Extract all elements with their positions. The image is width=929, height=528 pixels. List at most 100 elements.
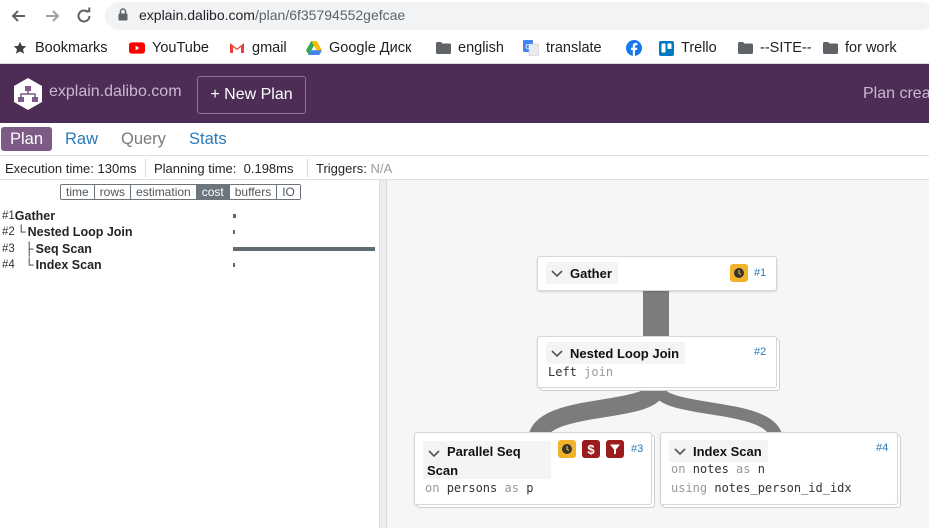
bookmark-site[interactable]: --SITE-- <box>737 39 812 57</box>
metric-time-button[interactable]: time <box>61 185 95 199</box>
node-header[interactable]: Gather <box>546 262 618 284</box>
stats-divider <box>307 159 308 177</box>
execution-time-label: Execution time: <box>5 161 94 176</box>
time-badge[interactable] <box>558 440 576 458</box>
join-keyword: join <box>584 365 614 379</box>
forward-button[interactable] <box>41 5 63 27</box>
node-title: Nested Loop Join <box>570 345 680 361</box>
execution-time: Execution time: 130ms <box>5 161 137 176</box>
relation-name: persons <box>446 481 498 495</box>
tab-query[interactable]: Query <box>112 127 175 151</box>
chevron-down-icon[interactable] <box>550 346 564 360</box>
cost-bar <box>233 230 235 234</box>
metric-cost-button[interactable]: cost <box>196 185 230 199</box>
tree-row[interactable]: #2 └ Nested Loop Join <box>2 224 133 240</box>
bookmark-gmail[interactable]: gmail <box>229 39 287 57</box>
back-button[interactable] <box>8 5 30 27</box>
reload-button[interactable] <box>73 5 95 27</box>
bookmark-label: YouTube <box>152 40 209 56</box>
tree-row[interactable]: #4 └ Index Scan <box>2 257 102 273</box>
dalibo-logo-icon[interactable] <box>12 77 44 111</box>
arrow-right-icon <box>46 10 60 22</box>
star-icon <box>12 40 28 56</box>
tree-node-name: Nested Loop Join <box>27 225 133 239</box>
cost-bar <box>233 214 236 218</box>
node-id[interactable]: #3 <box>631 443 643 455</box>
cost-badge[interactable]: $ <box>582 440 600 458</box>
bookmark-bookmarks[interactable]: Bookmarks <box>12 39 108 57</box>
relation-alias: p <box>526 481 534 495</box>
bookmark-translate[interactable]: G translate <box>523 39 602 57</box>
relation-alias: n <box>757 462 765 476</box>
bookmark-trello[interactable]: Trello <box>658 39 717 57</box>
trello-icon <box>658 40 674 56</box>
metric-rows-button[interactable]: rows <box>94 185 132 199</box>
plan-stats-bar: Execution time: 130ms Planning time: 0.1… <box>0 155 929 180</box>
planning-time-label: Planning time: <box>154 161 237 176</box>
plan-node-nested-loop[interactable]: Nested Loop Join #2 Left join <box>537 336 777 388</box>
new-plan-button[interactable]: + New Plan <box>197 76 306 114</box>
index-name: notes_person_id_idx <box>714 481 852 495</box>
bookmark-label: gmail <box>252 40 287 56</box>
metric-estimation-button[interactable]: estimation <box>131 185 197 199</box>
tree-node-number: #2 <box>2 226 15 238</box>
chevron-down-icon[interactable] <box>550 266 564 280</box>
bookmark-english[interactable]: english <box>435 39 504 57</box>
bookmark-youtube[interactable]: YouTube <box>129 39 209 57</box>
chevron-down-icon[interactable] <box>673 444 687 458</box>
bookmark-for-work[interactable]: for work <box>822 39 897 57</box>
plan-node-gather[interactable]: Gather #1 <box>537 256 777 291</box>
brand-name[interactable]: explain.dalibo.com <box>49 83 182 101</box>
node-id[interactable]: #4 <box>876 442 888 454</box>
on-keyword: on <box>671 462 686 476</box>
node-id[interactable]: #2 <box>754 346 766 358</box>
tree-row[interactable]: #3 ├ Seq Scan <box>2 241 92 257</box>
dollar-icon: $ <box>587 441 595 457</box>
node-header[interactable]: Parallel Seq Scan <box>423 441 551 479</box>
url-host: explain.dalibo.com <box>139 7 255 23</box>
metric-io-button[interactable]: IO <box>277 185 300 199</box>
bookmark-label: english <box>458 40 504 56</box>
tab-plan[interactable]: Plan <box>1 127 53 151</box>
as-keyword: as <box>504 481 519 495</box>
tab-raw[interactable]: Raw <box>56 127 107 151</box>
clock-icon <box>734 268 744 278</box>
plan-node-index-scan[interactable]: Index Scan #4 on notes as n using notes_… <box>660 432 898 505</box>
node-title: Parallel Seq <box>447 444 521 459</box>
tree-row[interactable]: #1 Gather <box>2 208 55 224</box>
metric-buffers-button[interactable]: buffers <box>229 185 278 199</box>
tab-stats[interactable]: Stats <box>180 127 236 151</box>
chevron-down-icon[interactable] <box>427 446 441 460</box>
node-id[interactable]: #1 <box>754 267 766 279</box>
lock-icon <box>118 8 128 21</box>
node-header[interactable]: Nested Loop Join <box>546 342 686 364</box>
google-drive-icon <box>306 40 322 56</box>
bookmark-label: --SITE-- <box>760 40 812 56</box>
node-detail: on persons as p <box>425 481 533 495</box>
tree-branch-prefix: └ <box>24 258 34 272</box>
bookmark-label: Trello <box>681 40 717 56</box>
tree-node-name: Seq Scan <box>35 242 92 256</box>
triggers-value: N/A <box>370 161 393 176</box>
execution-time-value: 130ms <box>97 161 137 176</box>
bookmark-facebook[interactable] <box>626 39 649 57</box>
filter-badge[interactable] <box>606 440 624 458</box>
plan-node-seq-scan[interactable]: Parallel Seq Scan $ #3 on persons as p <box>414 432 652 505</box>
bookmark-label: Bookmarks <box>35 40 108 56</box>
youtube-icon <box>129 40 145 56</box>
tree-node-number: #3 <box>2 243 15 255</box>
tree-branch-prefix: ├ <box>24 242 34 256</box>
node-detail: Left join <box>548 365 613 379</box>
plan-diagram-canvas[interactable]: Gather #1 Nested Loop Join #2 Left join … <box>387 180 929 528</box>
bookmark-google-drive[interactable]: Google Диск <box>306 39 411 57</box>
browser-address-bar: explain.dalibo.com/plan/6f35794552gefcae <box>0 0 929 32</box>
folder-icon <box>822 40 838 56</box>
time-badge[interactable] <box>730 264 748 282</box>
tree-branch-prefix: └ <box>16 225 26 239</box>
arrow-left-icon <box>11 10 25 22</box>
node-header[interactable]: Index Scan <box>669 440 768 462</box>
panel-splitter[interactable] <box>379 180 387 528</box>
cost-bar <box>233 263 235 267</box>
node-detail: using notes_person_id_idx <box>671 481 852 495</box>
as-keyword: as <box>736 462 751 476</box>
